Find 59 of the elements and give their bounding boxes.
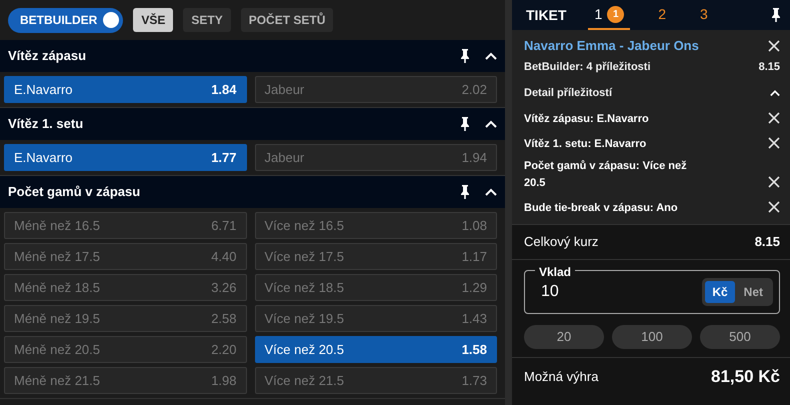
ticket-title: TIKET (526, 6, 566, 24)
close-icon[interactable] (768, 136, 780, 148)
possible-win-label: Možná výhra (524, 368, 598, 386)
odds-button[interactable]: Více než 20.5 1.58 (254, 336, 497, 363)
collapse-icon[interactable] (485, 188, 497, 196)
close-icon[interactable] (768, 112, 780, 124)
selection-text: Bude tie-break v zápasu: Ano (524, 201, 678, 216)
market-header[interactable]: Počet gamů v zápasu (0, 176, 505, 208)
close-icon[interactable] (768, 40, 780, 52)
filter-button[interactable]: SETY (183, 8, 231, 32)
ticket-tab[interactable]: 2 (652, 0, 672, 30)
selection-text: Vítěz 1. setu: E.Navarro (524, 136, 646, 152)
odds-button[interactable]: Více než 17.5 1.17 (254, 243, 497, 270)
total-odds-label: Celkový kurz (524, 232, 598, 251)
market-header[interactable]: Vítěz zápasu (0, 40, 505, 72)
odds-button[interactable]: Více než 21.5 1.73 (254, 367, 497, 394)
close-icon[interactable] (768, 200, 780, 213)
odds-button[interactable]: Méně než 16.5 6.71 (4, 212, 246, 239)
odds-button[interactable]: Méně než 17.5 4.40 (4, 243, 246, 270)
selection-text: Vítěz zápasu: E.Navarro (524, 112, 649, 127)
market-header[interactable]: Vítěz 1. setu (0, 108, 505, 140)
quick-stake-button[interactable]: 100 (612, 324, 692, 349)
currency-button[interactable]: Net (736, 280, 770, 303)
total-odds-value: 8.15 (754, 232, 780, 251)
odds-button[interactable]: Méně než 18.5 3.26 (4, 274, 246, 301)
filter-button[interactable]: POČET SETŮ (240, 8, 334, 32)
collapse-icon[interactable] (770, 89, 780, 98)
event-title[interactable]: Navarro Emma - Jabeur Ons (524, 36, 699, 56)
odds-button[interactable]: Méně než 21.5 1.98 (4, 367, 246, 394)
pin-icon[interactable] (459, 48, 471, 64)
possible-win-value: 81,50 Kč (711, 366, 780, 388)
count-badge: 1 (607, 6, 624, 22)
odds-button[interactable]: Více než 18.5 1.29 (254, 274, 497, 301)
pin-icon[interactable] (770, 7, 782, 23)
quick-stake-button[interactable]: 20 (524, 324, 604, 349)
odds-button[interactable]: E.Navarro 1.77 (4, 144, 246, 171)
bet-odds: 8.15 (758, 60, 780, 74)
odds-button[interactable]: Více než 16.5 1.08 (254, 212, 497, 239)
ticket-tab[interactable]: 1 1 (588, 0, 630, 30)
pin-icon[interactable] (459, 116, 471, 132)
filter-button[interactable]: VŠE (133, 8, 174, 32)
quick-stake-button[interactable]: 500 (700, 324, 780, 349)
odds-button[interactable]: Více než 19.5 1.43 (254, 305, 497, 332)
collapse-icon[interactable] (485, 120, 497, 128)
betbuilder-toggle[interactable]: BETBUILDER (8, 8, 124, 32)
close-icon[interactable] (768, 176, 780, 188)
ticket-tab[interactable]: 3 (694, 0, 714, 30)
collapse-icon[interactable] (485, 52, 497, 60)
odds-button[interactable]: Jabeur 2.02 (254, 76, 497, 103)
odds-button[interactable]: Méně než 19.5 2.58 (4, 305, 246, 332)
detail-title: Detail příležitostí (524, 86, 612, 101)
odds-button[interactable]: Méně než 20.5 2.20 (4, 336, 246, 363)
odds-button[interactable]: Jabeur 1.94 (254, 144, 497, 171)
currency-button[interactable]: Kč (705, 280, 735, 303)
odds-button[interactable]: E.Navarro 1.84 (4, 76, 246, 103)
selection-text: Počet gamů v zápasu: Více než 20.5 (524, 158, 688, 192)
scrollbar[interactable] (505, 0, 512, 405)
bet-type: BetBuilder: 4 příležitosti (524, 60, 651, 74)
pin-icon[interactable] (459, 184, 471, 200)
